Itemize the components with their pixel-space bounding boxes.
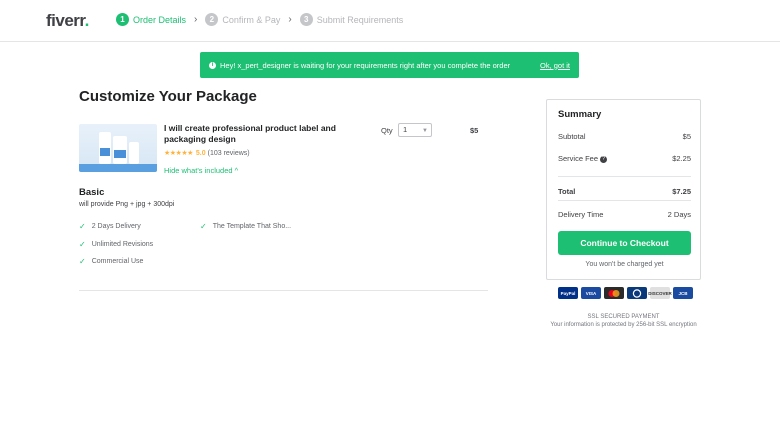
gig-price: $5 [470, 126, 479, 135]
summary-divider [558, 200, 691, 201]
help-icon[interactable]: ? [600, 155, 608, 163]
checkout-steps: 1 Order Details › 2 Confirm & Pay › 3 Su… [116, 13, 403, 26]
mastercard-icon [604, 287, 624, 299]
chevron-down-icon: ▼ [422, 128, 428, 134]
feature-item: ✓ Unlimited Revisions [79, 240, 154, 249]
diners-club-icon [627, 287, 647, 299]
step-label: Order Details [133, 14, 187, 25]
payment-methods: PayPal VISA DISCOVER JCB [558, 287, 693, 299]
chevron-right-icon: › [194, 14, 198, 25]
summary-title: Summary [558, 109, 602, 120]
check-icon: ✓ [79, 257, 86, 266]
info-icon: i [209, 61, 216, 69]
discover-icon: DISCOVER [648, 287, 672, 299]
ssl-title: SSL SECURED PAYMENT [587, 314, 660, 320]
subtotal-row: Subtotal $5 [558, 132, 691, 141]
continue-to-checkout-button[interactable]: Continue to Checkout [558, 231, 691, 255]
star-rating-icon: ★★★★★ [164, 150, 193, 157]
requirements-banner: i Hey! x_pert_designer is waiting for yo… [200, 52, 579, 78]
qty-label: Qty [381, 126, 393, 135]
check-icon: ✓ [79, 222, 86, 231]
service-fee-row: Service Fee? $2.25 [558, 154, 691, 163]
section-divider [79, 290, 488, 291]
top-header: fiverr. 1 Order Details › 2 Confirm & Pa… [0, 0, 780, 42]
visa-icon: VISA [581, 287, 601, 299]
paypal-icon: PayPal [558, 287, 578, 299]
step-label: Confirm & Pay [222, 14, 281, 25]
no-charge-note: You won't be charged yet [585, 261, 664, 268]
check-icon: ✓ [200, 222, 207, 231]
fiverr-logo[interactable]: fiverr. [46, 11, 89, 31]
chevron-right-icon: › [288, 14, 292, 25]
gig-rating: ★★★★★ 5.0 (103 reviews) [164, 149, 250, 158]
gig-thumbnail[interactable] [79, 124, 157, 172]
step-submit-requirements[interactable]: 3 Submit Requirements [299, 13, 404, 26]
banner-message: Hey! x_pert_designer is waiting for your… [220, 60, 511, 70]
step-confirm-pay[interactable]: 2 Confirm & Pay [205, 13, 280, 26]
total-row: Total $7.25 [558, 187, 691, 196]
review-count: (103 reviews) [207, 149, 250, 157]
check-icon: ✓ [79, 240, 86, 249]
order-summary: Summary Subtotal $5 Service Fee? $2.25 T… [546, 99, 701, 280]
feature-item: ✓ The Template That Sho... [200, 222, 292, 231]
step-number: 2 [205, 13, 219, 26]
ssl-info: SSL SECURED PAYMENT Your information is … [546, 313, 701, 329]
step-number: 3 [299, 13, 313, 26]
step-number: 1 [116, 13, 129, 26]
feature-item: ✓ 2 Days Delivery [79, 222, 141, 231]
delivery-time-row: Delivery Time 2 Days [558, 210, 691, 219]
gig-title: I will create professional product label… [164, 123, 336, 144]
package-description: will provide Png + jpg + 300dpi [79, 201, 175, 208]
qty-select[interactable]: 1 ▼ [398, 123, 432, 137]
package-name: Basic [79, 187, 105, 198]
ok-got-it-link[interactable]: Ok, got it [540, 61, 570, 70]
step-label: Submit Requirements [316, 14, 404, 25]
step-order-details[interactable]: 1 Order Details [116, 13, 186, 26]
page-title: Customize Your Package [79, 88, 257, 105]
feature-item: ✓ Commercial Use [79, 257, 144, 266]
rating-score: 5.0 [195, 149, 206, 157]
hide-included-link[interactable]: Hide what's included ^ [164, 166, 238, 175]
ssl-text: Your information is protected by 256-bit… [550, 322, 697, 328]
summary-divider [558, 176, 691, 177]
jcb-icon: JCB [673, 287, 693, 299]
qty-value: 1 [403, 125, 408, 134]
